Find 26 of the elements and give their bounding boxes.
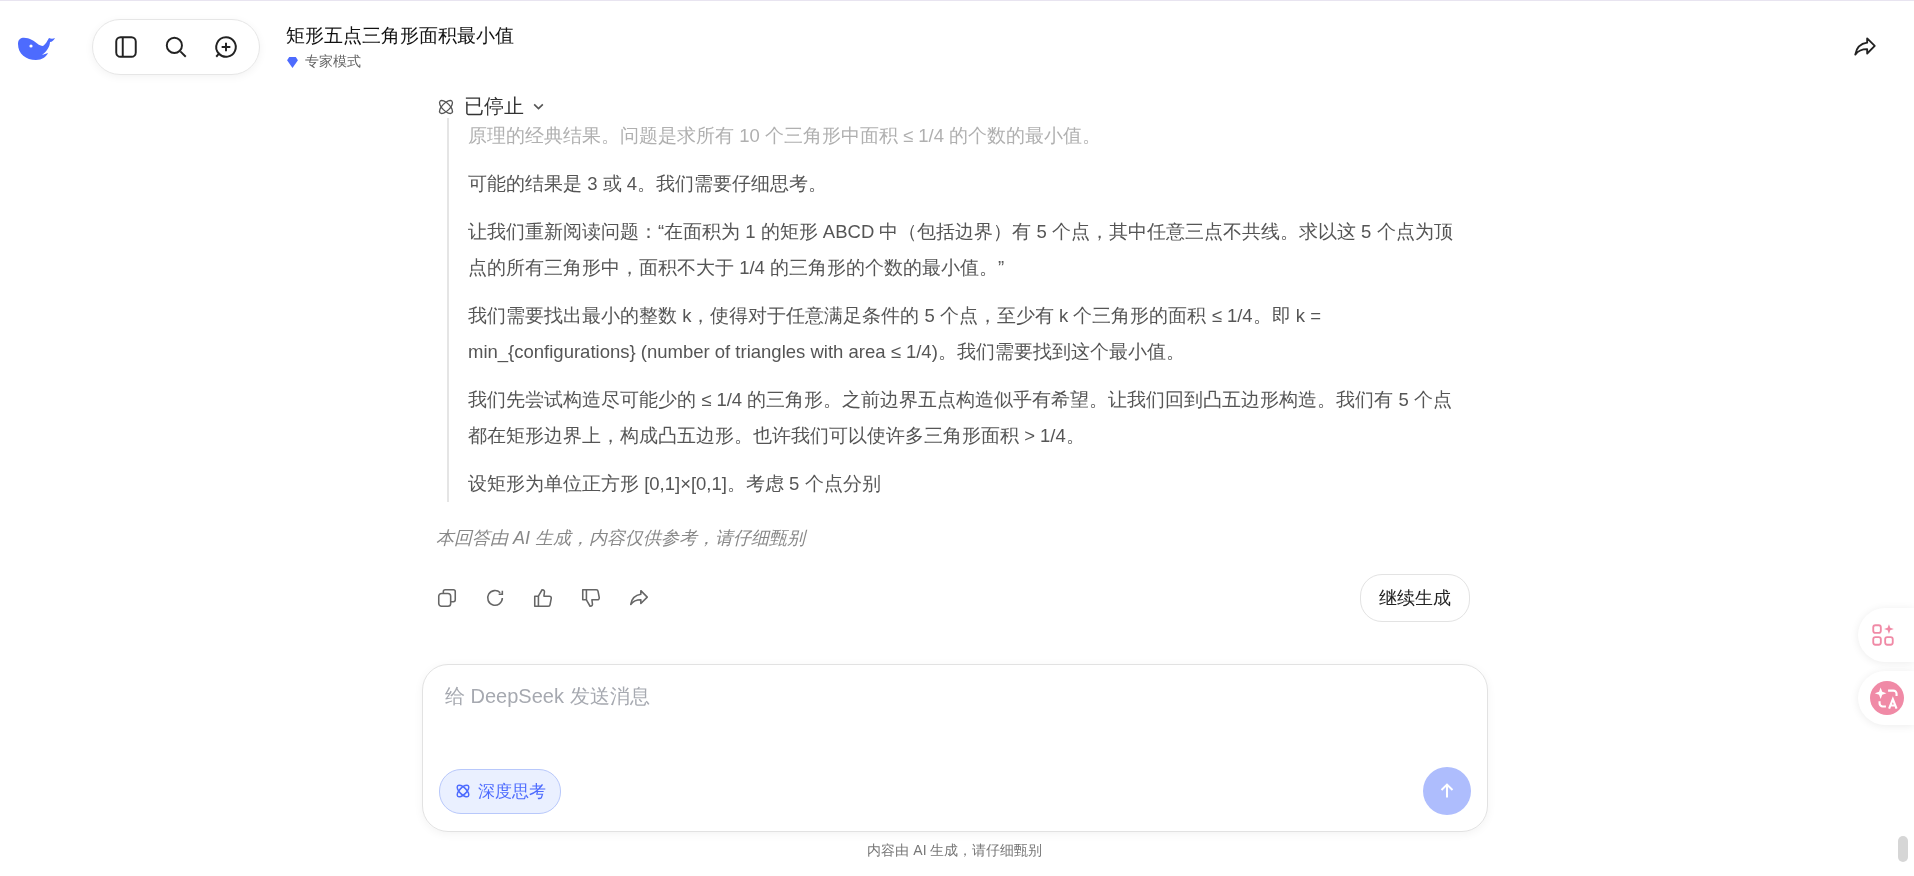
thumbs-up-icon[interactable] xyxy=(532,587,554,609)
footer-disclaimer: 内容由 AI 生成，请仔细甄别 xyxy=(866,842,1044,860)
thinking-paragraph: 我们先尝试构造尽可能少的 ≤ 1/4 的三角形。之前边界五点构造似乎有希望。让我们回到凸五边形构造。我们有 5 个点都在矩形边界上，构成凸五边形。也许我们可以使许多三角形面积 > 1/4。 xyxy=(468,388,1453,448)
diamond-icon xyxy=(286,55,299,69)
mode-label: 专家模式 xyxy=(305,53,361,71)
thinking-paragraph: 可能的结果是 3 或 4。我们需要仔细思考。 xyxy=(468,172,828,196)
search-icon[interactable] xyxy=(163,34,189,60)
deep-think-toggle[interactable]: 深度思考 xyxy=(439,768,561,814)
thinking-paragraph: 原理的经典结果。问题是求所有 10 个三角形中面积 ≤ 1/4 的个数的最小值。 xyxy=(468,124,1103,148)
scrollbar-thumb[interactable] xyxy=(1898,836,1908,862)
new-chat-icon[interactable] xyxy=(213,34,239,60)
sidebar-toggle-icon[interactable] xyxy=(113,34,139,60)
regenerate-icon[interactable] xyxy=(484,587,506,609)
thinking-status-toggle[interactable]: 已停止 xyxy=(436,93,545,120)
grid-sparkle-icon xyxy=(1870,622,1896,648)
copy-icon[interactable] xyxy=(436,587,458,609)
translate-icon xyxy=(1870,681,1904,715)
thinking-paragraph: 让我们重新阅读问题：“在面积为 1 的矩形 ABCD 中（包括边界）有 5 个点，其中任意三点不共线。求以这 5 个点为顶点的所有三角形中，面积不大于 1/4 的三角形的个数的最小值。” xyxy=(468,220,1454,280)
chat-title: 矩形五点三角形面积最小值 xyxy=(286,24,514,48)
thinking-paragraph: 设矩形为单位正方形 [0,1]×[0,1]。考虑 5 个点分别 xyxy=(468,472,882,496)
thinking-paragraph: 我们需要找出最小的整数 k，使得对于任意满足条件的 5 个点，至少有 k 个三角形的面积 ≤ 1/4。即 k = min_{configurations} (number of triangles with area ≤ 1/4)。我们需要找到这个最小值。 xyxy=(468,304,1322,365)
message-input[interactable]: 给 DeepSeek 发送消息 深度思考 xyxy=(422,664,1488,832)
thumbs-down-icon[interactable] xyxy=(580,587,602,609)
ai-disclaimer: 本回答由 AI 生成，内容仅供参考，请仔细甄别 xyxy=(436,527,808,550)
atom-icon xyxy=(454,782,472,800)
continue-button[interactable]: 继续生成 xyxy=(1360,574,1470,622)
